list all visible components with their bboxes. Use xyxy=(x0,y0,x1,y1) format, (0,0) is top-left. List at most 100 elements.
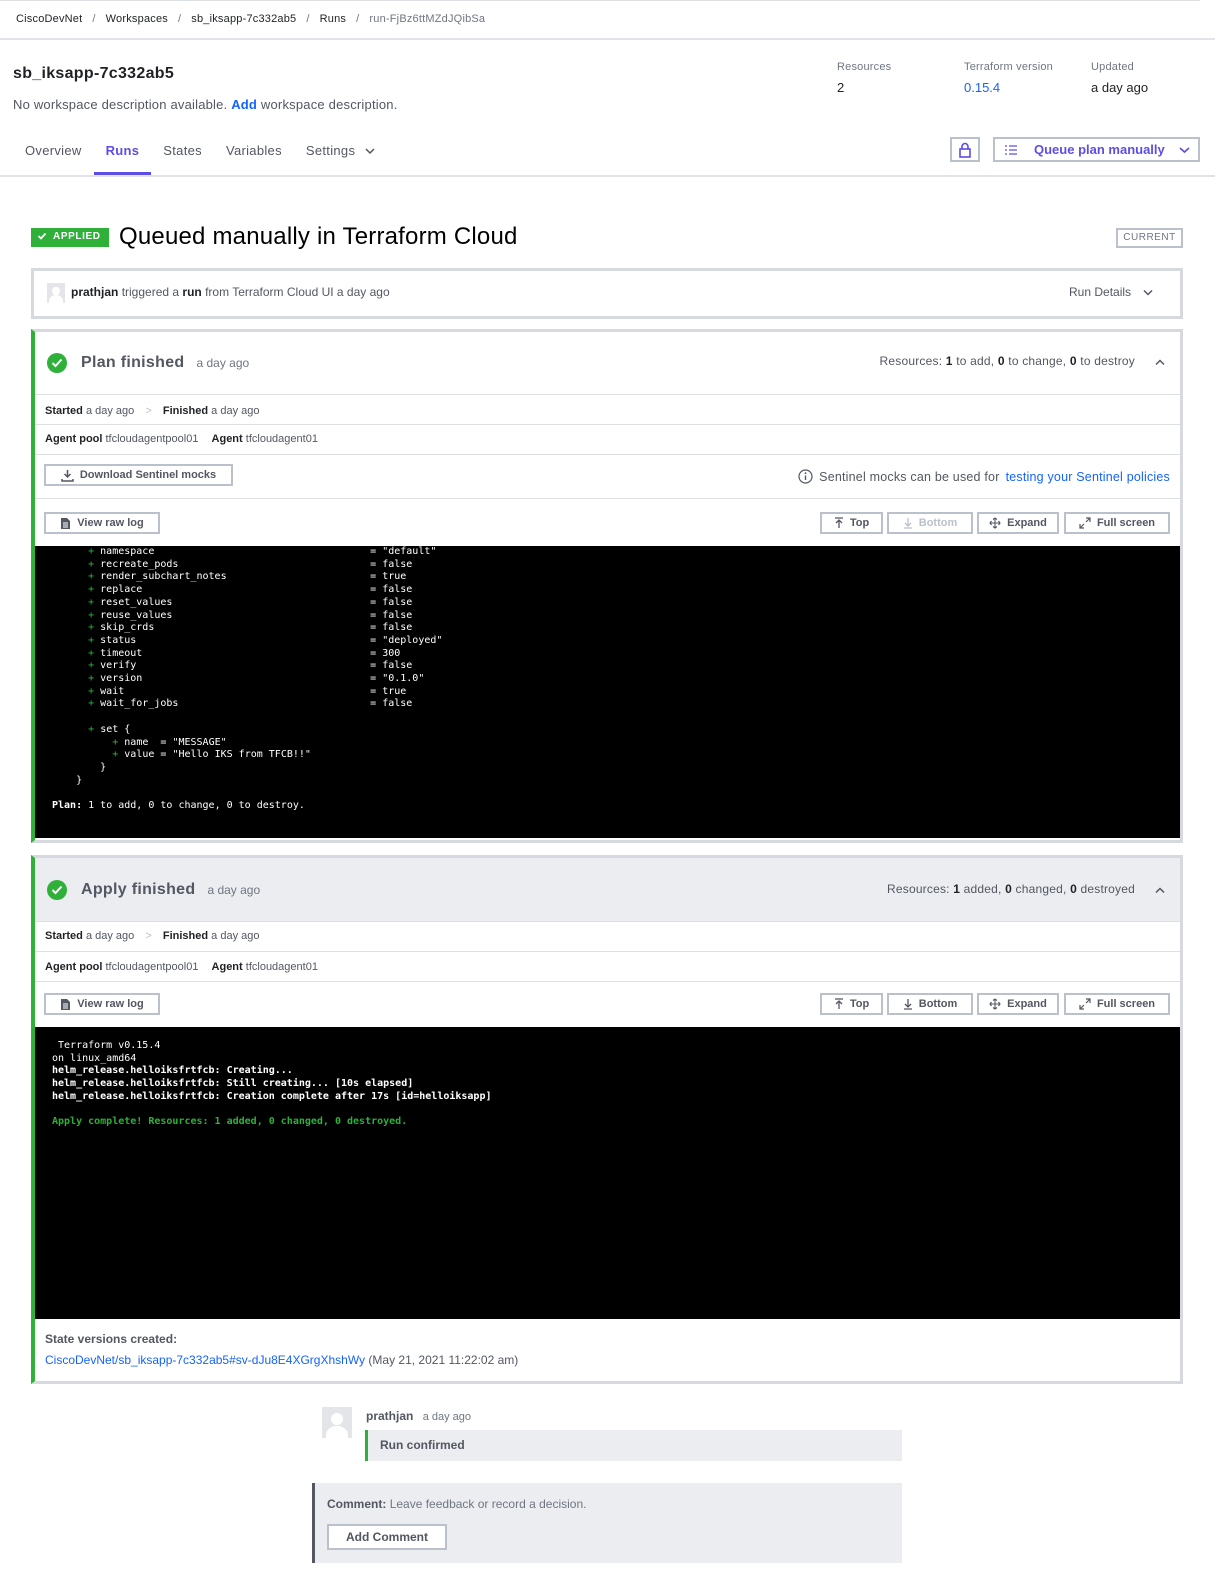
view-raw-log-label: View raw log xyxy=(77,998,144,1010)
lock-workspace-button[interactable] xyxy=(950,137,980,162)
log-line: + recreate_pods = false xyxy=(52,559,1180,572)
add-comment-button[interactable]: Add Comment xyxy=(327,1524,447,1550)
confirm-user[interactable]: prathjan xyxy=(366,1409,413,1423)
log-set-name: name = "MESSAGE" xyxy=(124,736,227,748)
log-value: = false xyxy=(370,698,413,710)
log-line: + render_subchart_notes = true xyxy=(52,571,1180,584)
plan-phase-header[interactable]: Plan finished a day ago Resources: 1 to … xyxy=(35,332,1180,394)
log-value: = "0.1.0" xyxy=(370,673,425,685)
log-line: + skip_crds = false xyxy=(52,622,1180,635)
res-destroy-text: to destroy xyxy=(1080,354,1135,368)
log-fullscreen-button[interactable]: Full screen xyxy=(1064,993,1170,1015)
log-plus: + xyxy=(88,546,95,557)
log-plus: + xyxy=(88,647,95,659)
comment-hint: Leave feedback or record a decision. xyxy=(389,1497,587,1511)
log-expand-button[interactable]: Expand xyxy=(977,512,1059,534)
log-plus: + xyxy=(88,660,95,672)
chevron-up-icon[interactable] xyxy=(1155,359,1165,366)
view-raw-log-button[interactable]: View raw log xyxy=(44,993,160,1015)
add-description-link[interactable]: Add xyxy=(231,97,257,112)
fullscreen-label: Full screen xyxy=(1096,998,1156,1010)
log-line: helm_release.helloiksfrtfcb: Creation co… xyxy=(52,1090,492,1102)
view-raw-log-button[interactable]: View raw log xyxy=(44,512,160,534)
log-key: verify xyxy=(100,660,137,672)
breadcrumb-workspace[interactable]: sb_iksapp-7c332ab5 xyxy=(191,13,296,25)
lock-icon xyxy=(959,142,971,158)
log-plus: + xyxy=(88,622,95,634)
plan-summary-text: 1 to add, 0 to change, 0 to destroy. xyxy=(88,800,305,812)
log-bottom-button[interactable]: Bottom xyxy=(887,512,973,534)
check-circle-icon xyxy=(47,879,67,900)
log-value: = false xyxy=(370,609,413,621)
tab-overview[interactable]: Overview xyxy=(13,133,94,175)
log-value: = false xyxy=(370,622,413,634)
bottom-label: Bottom xyxy=(918,517,958,529)
current-badge: CURRENT xyxy=(1116,228,1183,248)
workspace-tabs: Overview Runs States Variables Settings xyxy=(13,133,387,175)
breadcrumb-separator: / xyxy=(356,13,360,25)
log-key: version xyxy=(100,673,143,685)
breadcrumb-org[interactable]: CiscoDevNet xyxy=(16,13,82,25)
log-line: + timeout = 300 xyxy=(52,648,1180,661)
log-key: timeout xyxy=(100,647,143,659)
tab-runs[interactable]: Runs xyxy=(93,133,152,175)
expand-label: Expand xyxy=(1007,998,1047,1010)
trigger-user[interactable]: prathjan xyxy=(71,285,118,299)
log-fullscreen-button[interactable]: Full screen xyxy=(1064,512,1170,534)
chevron-up-icon[interactable] xyxy=(1155,887,1165,894)
apply-timing-row: Started a day ago > Finished a day ago xyxy=(35,921,1180,951)
sentinel-policies-link[interactable]: testing your Sentinel policies xyxy=(1006,470,1170,484)
breadcrumb-runs[interactable]: Runs xyxy=(320,13,346,25)
tab-settings-label: Settings xyxy=(305,143,356,158)
plan-log-toolbar: View raw log Top Bottom Expand Full scre… xyxy=(35,498,1180,546)
log-top-button[interactable]: Top xyxy=(820,512,883,534)
started-value: a day ago xyxy=(85,405,135,417)
log-close-brace: } xyxy=(76,774,83,786)
breadcrumb: CiscoDevNet / Workspaces / sb_iksapp-7c3… xyxy=(16,13,485,25)
log-plus: + xyxy=(88,634,95,646)
breadcrumb-separator: / xyxy=(92,13,96,25)
apply-log-toolbar: View raw log Top Bottom Expand Full scre… xyxy=(35,981,1180,1027)
log-line: + status = "deployed" xyxy=(52,635,1180,648)
log-value: = "default" xyxy=(370,546,437,557)
finished-label: Finished xyxy=(162,405,209,417)
arrow-top-icon xyxy=(834,998,843,1009)
run-details-toggle[interactable]: Run Details xyxy=(1069,285,1153,299)
plan-summary-label: Plan: xyxy=(52,800,83,812)
log-value: = "deployed" xyxy=(370,634,443,646)
log-bottom-button[interactable]: Bottom xyxy=(887,993,973,1015)
expand-label: Expand xyxy=(1007,517,1047,529)
tf-version-link[interactable]: 0.15.4 xyxy=(964,80,1053,95)
avatar xyxy=(47,283,65,303)
comment-prompt: Comment: Leave feedback or record a deci… xyxy=(315,1483,902,1511)
log-value: = false xyxy=(370,596,413,608)
log-line: Terraform v0.15.4 xyxy=(52,1040,161,1051)
agent-pool-value: tfcloudagentpool01 xyxy=(105,961,199,973)
log-plus: + xyxy=(88,558,95,570)
apply-phase-header[interactable]: Apply finished a day ago Resources: 1 ad… xyxy=(35,858,1180,921)
meta-terraform-version: Terraform version 0.15.4 xyxy=(964,61,1053,95)
tab-settings[interactable]: Settings xyxy=(294,133,387,175)
res-add-count: 1 xyxy=(945,354,953,368)
log-line: helm_release.helloiksfrtfcb: Creating... xyxy=(52,1065,293,1077)
log-key: skip_crds xyxy=(100,622,155,634)
log-top-button[interactable]: Top xyxy=(820,993,883,1015)
log-line: + wait_for_jobs = false xyxy=(52,698,1180,711)
download-sentinel-mocks-button[interactable]: Download Sentinel mocks xyxy=(44,464,233,486)
log-plus: + xyxy=(88,584,95,596)
agent-label: Agent xyxy=(211,433,243,445)
state-version-link[interactable]: CiscoDevNet/sb_iksapp-7c332ab5#sv-dJu8E4… xyxy=(45,1353,365,1367)
log-plus: + xyxy=(88,698,95,710)
breadcrumb-workspaces[interactable]: Workspaces xyxy=(106,13,168,25)
tab-variables[interactable]: Variables xyxy=(214,133,294,175)
finished-label: Finished xyxy=(162,930,209,942)
log-line: + reset_values = false xyxy=(52,597,1180,610)
tab-states[interactable]: States xyxy=(151,133,214,175)
log-line: } xyxy=(52,775,1180,788)
queue-plan-button[interactable]: Queue plan manually xyxy=(993,137,1200,162)
log-expand-button[interactable]: Expand xyxy=(977,993,1059,1015)
plan-timing-row: Started a day ago > Finished a day ago xyxy=(35,394,1180,424)
tabs-divider xyxy=(0,175,1215,177)
top-label: Top xyxy=(849,517,870,529)
